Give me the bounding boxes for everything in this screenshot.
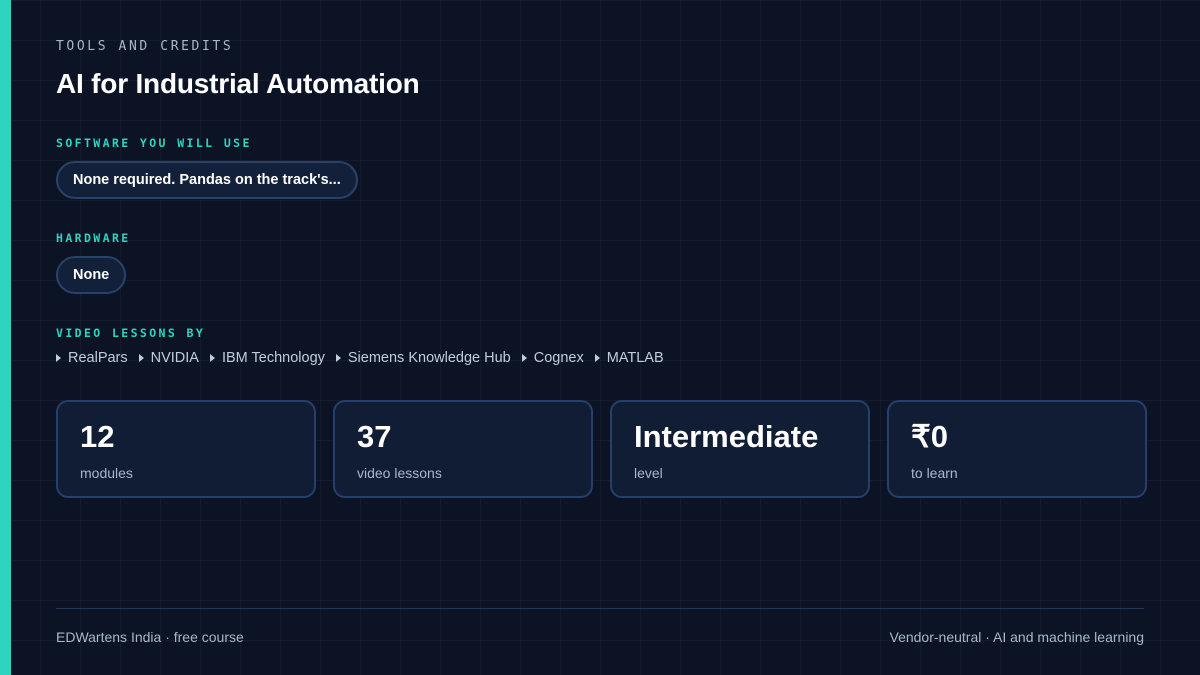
hardware-section-label: HARDWARE	[56, 231, 131, 245]
footer-brand: EDWartens India · free course	[56, 629, 244, 645]
software-pill: None required. Pandas on the track's...	[56, 161, 358, 199]
footer-tagline: Vendor-neutral · AI and machine learning	[889, 629, 1145, 645]
provider-item: NVIDIA	[138, 350, 199, 366]
stat-value: 37	[357, 419, 392, 454]
video-lessons-section-label: VIDEO LESSONS BY	[56, 326, 206, 340]
stats-row: 12 modules 37 video lessons Intermediate…	[56, 400, 1147, 498]
provider-item: MATLAB	[594, 350, 664, 366]
page-title: AI for Industrial Automation	[56, 68, 420, 99]
caret-right-icon	[335, 354, 341, 362]
caret-right-icon	[209, 354, 215, 362]
provider-name: NVIDIA	[150, 350, 199, 366]
stat-card-video-lessons: 37 video lessons	[333, 400, 593, 498]
video-providers-list: RealPars NVIDIA IBM Technology Siemens K…	[56, 350, 675, 366]
hardware-pill: None	[56, 256, 127, 294]
provider-item: IBM Technology	[209, 350, 325, 366]
stat-value: Intermediate	[634, 419, 819, 454]
caret-right-icon	[138, 354, 144, 362]
accent-bar	[0, 0, 11, 675]
provider-item: RealPars	[56, 350, 128, 366]
page-eyebrow: TOOLS AND CREDITS	[56, 39, 234, 54]
stat-card-modules: 12 modules	[56, 400, 316, 498]
provider-name: MATLAB	[606, 350, 664, 366]
provider-name: Cognex	[533, 350, 584, 366]
stat-label: to learn	[911, 465, 958, 481]
stat-label: level	[634, 465, 663, 481]
stat-value: ₹0	[911, 419, 948, 454]
provider-name: RealPars	[68, 350, 128, 366]
stat-card-level: Intermediate level	[610, 400, 870, 498]
stat-label: modules	[80, 465, 133, 481]
footer-divider	[56, 608, 1144, 609]
provider-item: Cognex	[521, 350, 584, 366]
caret-right-icon	[521, 354, 527, 362]
caret-right-icon	[56, 354, 61, 362]
software-section-label: SOFTWARE YOU WILL USE	[56, 136, 252, 150]
stat-value: 12	[80, 419, 115, 454]
provider-item: Siemens Knowledge Hub	[335, 350, 511, 366]
caret-right-icon	[594, 354, 600, 362]
stat-card-cost: ₹0 to learn	[887, 400, 1147, 498]
provider-name: Siemens Knowledge Hub	[347, 350, 511, 366]
provider-name: IBM Technology	[221, 350, 325, 366]
stat-label: video lessons	[357, 465, 442, 481]
